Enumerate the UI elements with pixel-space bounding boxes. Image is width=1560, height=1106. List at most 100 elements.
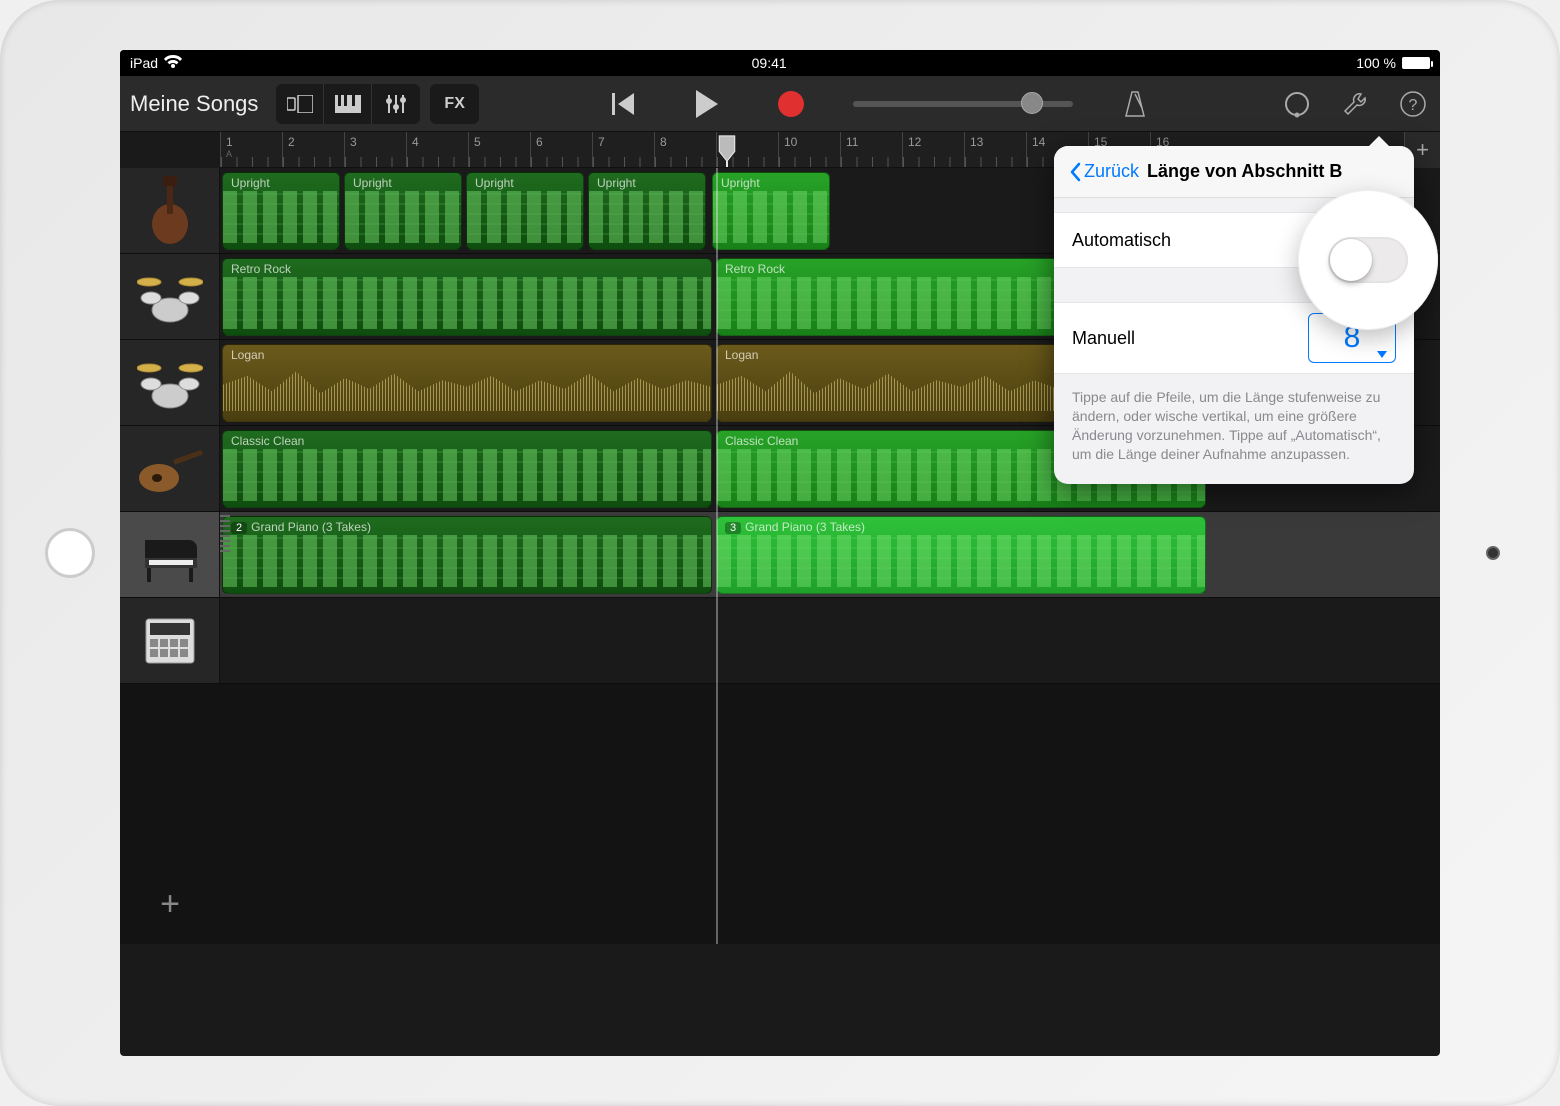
loop-icon (1283, 90, 1311, 118)
audio-region[interactable]: Upright (222, 172, 340, 250)
view-toggle-icon (287, 95, 313, 113)
svg-text:?: ? (1409, 97, 1418, 114)
region-label: Logan (725, 348, 758, 362)
toolbar: Meine Songs FX (120, 76, 1440, 132)
chevron-left-icon (1068, 162, 1082, 182)
drums-icon (135, 262, 205, 332)
bar-number: 10 (784, 135, 797, 149)
mixer-button[interactable] (372, 84, 420, 124)
region-label: Classic Clean (725, 434, 798, 448)
popover-title: Länge von Abschnitt B (1147, 161, 1342, 182)
region-label: Upright (475, 176, 514, 190)
region-label: Grand Piano (3 Takes) (745, 520, 865, 534)
status-bar: iPad 09:41 100 % (120, 50, 1440, 76)
stepper-down-icon[interactable] (1377, 351, 1387, 358)
play-button[interactable] (685, 82, 729, 126)
audio-region[interactable]: Upright (712, 172, 830, 250)
automatic-label: Automatisch (1072, 230, 1171, 251)
region-label: Upright (597, 176, 636, 190)
track-header[interactable] (120, 254, 220, 339)
automatic-switch[interactable] (1328, 237, 1408, 283)
sliders-icon (385, 95, 407, 113)
drum-machine-icon (135, 606, 205, 676)
track-header[interactable] (120, 426, 220, 511)
track-header[interactable] (120, 168, 220, 253)
bar-number: 8 (660, 135, 667, 149)
fx-button[interactable]: FX (430, 84, 478, 124)
record-icon (778, 91, 804, 117)
piano-icon (335, 95, 361, 113)
bar-number: 14 (1032, 135, 1045, 149)
home-button[interactable] (45, 528, 95, 578)
region-label: Classic Clean (231, 434, 304, 448)
screen: iPad 09:41 100 % Meine Songs (120, 50, 1440, 1056)
bar-number: 2 (288, 135, 295, 149)
battery-icon (1402, 57, 1430, 69)
metronome-icon (1122, 90, 1148, 118)
upright-bass-icon (135, 176, 205, 246)
track-header[interactable] (120, 340, 220, 425)
bar-number: 6 (536, 135, 543, 149)
bar-number: 7 (598, 135, 605, 149)
add-track-button[interactable]: + (150, 884, 190, 924)
loop-button[interactable] (1280, 87, 1314, 121)
region-label: Retro Rock (725, 262, 785, 276)
region-label: Upright (231, 176, 270, 190)
region-label: Grand Piano (3 Takes) (251, 520, 371, 534)
wifi-icon (164, 55, 182, 72)
section-boundary-line (716, 168, 718, 944)
track-resize-grip[interactable] (220, 512, 230, 552)
take-badge: 3 (725, 522, 741, 534)
audio-region[interactable]: Logan (222, 344, 712, 422)
record-button[interactable] (769, 82, 813, 126)
popover-back-button[interactable]: Zurück (1068, 161, 1139, 182)
bar-number: 11 (846, 135, 858, 149)
popover-help-text: Tippe auf die Pfeile, um die Länge stufe… (1054, 374, 1414, 484)
settings-button[interactable] (1338, 87, 1372, 121)
switch-knob (1330, 239, 1372, 281)
volume-knob[interactable] (1021, 92, 1043, 114)
take-badge: 2 (231, 522, 247, 534)
metronome-button[interactable] (1113, 82, 1157, 126)
region-label: Retro Rock (231, 262, 291, 276)
track-header[interactable] (120, 512, 220, 597)
battery-label: 100 % (1356, 55, 1396, 71)
instrument-button[interactable] (324, 84, 372, 124)
audio-region[interactable]: Retro Rock (222, 258, 712, 336)
section-label: A (226, 149, 277, 159)
audio-region[interactable]: Upright (344, 172, 462, 250)
piano-icon (135, 520, 205, 590)
manual-label: Manuell (1072, 328, 1135, 349)
bar-number: 12 (908, 135, 921, 149)
bar-number: 4 (412, 135, 419, 149)
view-toggle-button[interactable] (276, 84, 324, 124)
audio-region[interactable]: Upright (466, 172, 584, 250)
region-label: Logan (231, 348, 264, 362)
my-songs-button[interactable]: Meine Songs (130, 91, 258, 117)
bar-number: 3 (350, 135, 357, 149)
audio-region[interactable]: Upright (588, 172, 706, 250)
track-header[interactable] (120, 598, 220, 683)
clock: 09:41 (752, 55, 787, 71)
bar-number: 5 (474, 135, 481, 149)
volume-slider[interactable] (853, 101, 1073, 107)
play-icon (696, 90, 718, 118)
device-label: iPad (130, 55, 158, 71)
audio-region[interactable]: 3 Grand Piano (3 Takes) (716, 516, 1206, 594)
section-length-popover: Zurück Länge von Abschnitt B Automatisch… (1054, 146, 1414, 484)
help-icon: ? (1399, 90, 1427, 118)
switch-magnifier (1298, 190, 1438, 330)
rewind-icon (612, 93, 634, 115)
rewind-button[interactable] (601, 82, 645, 126)
bar-number: 13 (970, 135, 983, 149)
back-label: Zurück (1084, 161, 1139, 182)
camera-icon (1486, 546, 1500, 560)
track-row[interactable]: 2 Grand Piano (3 Takes) 3 Grand Piano (3 T… (120, 512, 1440, 598)
help-button[interactable]: ? (1396, 87, 1430, 121)
track-row[interactable] (120, 598, 1440, 684)
bar-number: 1 (226, 135, 233, 149)
section-divider-marker[interactable] (716, 132, 738, 167)
audio-region[interactable]: Classic Clean (222, 430, 712, 508)
audio-region[interactable]: 2 Grand Piano (3 Takes) (222, 516, 712, 594)
empty-tracks-area (120, 684, 1440, 944)
